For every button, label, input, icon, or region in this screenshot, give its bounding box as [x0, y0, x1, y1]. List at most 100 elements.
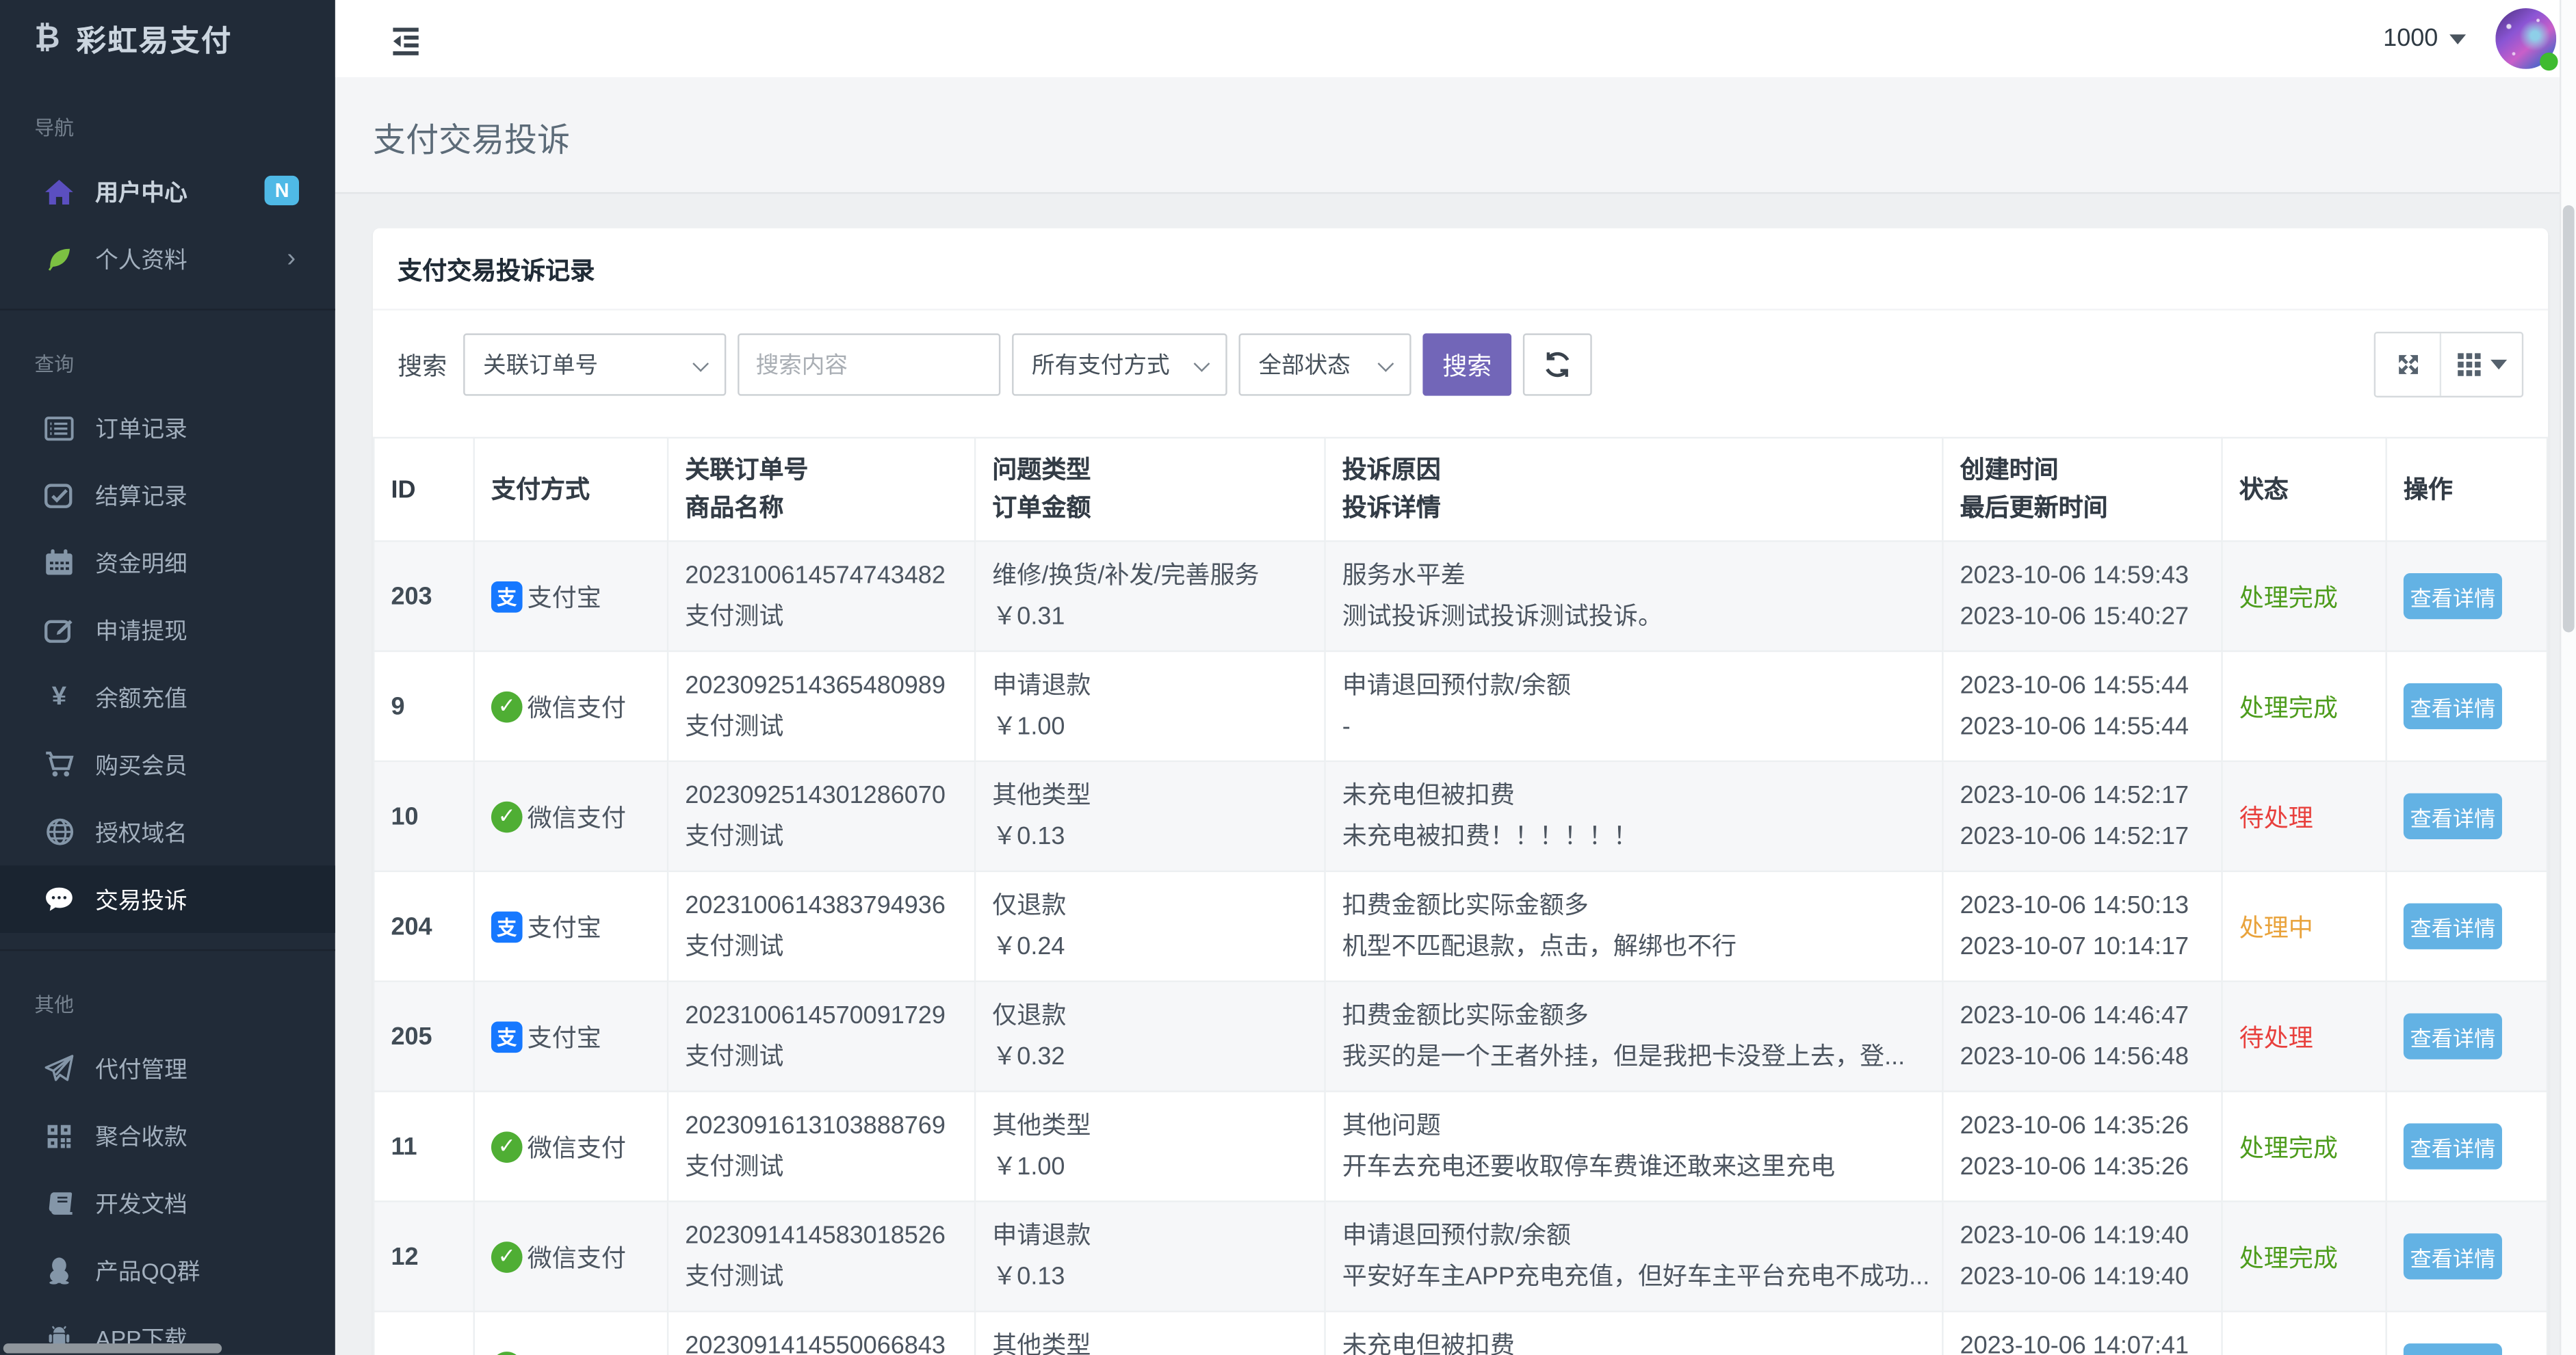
col-header-actions: 操作 — [2386, 438, 2547, 541]
cell-status: 待处理 — [2222, 982, 2386, 1092]
sidebar-item-label: 代付管理 — [95, 1052, 187, 1085]
cell-id: 205 — [374, 982, 473, 1092]
sidebar-item-fund-details[interactable]: 资金明细 — [0, 529, 335, 596]
brand-logo[interactable]: ₿ 彩虹易支付 — [0, 0, 335, 77]
sidebar-item-profile[interactable]: 个人资料 › — [0, 225, 335, 292]
vertical-scrollbar-thumb[interactable] — [2563, 205, 2575, 632]
cell-id: 9 — [374, 651, 473, 761]
cell-status: 处理中 — [2222, 871, 2386, 982]
payment-label: 微信支付 — [528, 1129, 626, 1163]
cell-time: 2023-10-06 14:50:132023-10-07 10:14:17 — [1942, 871, 2222, 982]
view-detail-button[interactable]: 查看详情 — [2404, 904, 2502, 949]
payment-label: 支付宝 — [528, 1019, 601, 1053]
status-badge: 处理完成 — [2239, 694, 2338, 722]
status-select[interactable]: 全部状态 — [1239, 333, 1411, 395]
view-detail-button[interactable]: 查看详情 — [2404, 573, 2502, 619]
cell-id: 10 — [374, 761, 473, 871]
view-detail-button[interactable]: 查看详情 — [2404, 1233, 2502, 1279]
cell-time: 2023-10-06 14:19:402023-10-06 14:19:40 — [1942, 1201, 2222, 1311]
topbar: 1000 — [335, 0, 2576, 77]
search-button[interactable]: 搜索 — [1422, 333, 1511, 395]
sidebar-item-payout-management[interactable]: 代付管理 — [0, 1035, 335, 1102]
payment-label: 支付宝 — [528, 909, 601, 943]
horizontal-scrollbar[interactable] — [3, 1343, 222, 1353]
sidebar-item-authorized-domains[interactable]: 授权域名 — [0, 798, 335, 865]
table-row: 9 微信支付 2023092514365480989支付测试 申请退款￥1.00… — [374, 651, 2547, 761]
sidebar-item-recharge[interactable]: ¥ 余额充值 — [0, 663, 335, 731]
edit-icon — [44, 615, 74, 644]
balance-dropdown[interactable]: 1000 — [2383, 25, 2466, 53]
status-badge: 处理完成 — [2239, 1244, 2338, 1272]
new-badge: N — [265, 176, 299, 205]
columns-button[interactable] — [2441, 333, 2522, 395]
cell-order: 2023092514301286070支付测试 — [668, 761, 975, 871]
refresh-button[interactable] — [1523, 333, 1592, 395]
view-detail-button[interactable]: 查看详情 — [2404, 793, 2502, 839]
payment-label: 微信支付 — [528, 799, 626, 833]
cell-paytype: 微信支付 — [474, 651, 668, 761]
cell-paytype: 微信支付 — [474, 1201, 668, 1311]
view-detail-button[interactable]: 查看详情 — [2404, 1014, 2502, 1060]
payment-icon — [491, 691, 523, 722]
sidebar-item-transaction-complaints[interactable]: 交易投诉 — [0, 865, 335, 932]
calendar-icon — [44, 548, 74, 577]
cell-issue: 其他类型￥1.00 — [975, 1092, 1325, 1202]
sidebar-item-settlement-records[interactable]: 结算记录 — [0, 462, 335, 529]
cell-actions: 查看详情 — [2386, 651, 2547, 761]
cell-order: 2023100614574743482支付测试 — [668, 541, 975, 651]
paytype-value: 所有支付方式 — [1032, 348, 1170, 381]
cell-order: 2023091414583018526支付测试 — [668, 1201, 975, 1311]
fullscreen-button[interactable] — [2376, 333, 2441, 395]
status-badge: 待处理 — [2239, 1024, 2313, 1052]
paytype-select[interactable]: 所有支付方式 — [1012, 333, 1227, 395]
sidebar-item-buy-membership[interactable]: 购买会员 — [0, 731, 335, 798]
payment-label: 支付宝 — [528, 579, 601, 613]
status-badge: 待处理 — [2239, 804, 2313, 832]
sidebar-item-label: 交易投诉 — [95, 883, 187, 916]
sidebar-collapse-icon[interactable] — [386, 19, 426, 59]
cell-issue: 仅退款￥0.32 — [975, 982, 1325, 1092]
payment-label: 微信支付 — [528, 1239, 626, 1274]
sidebar-item-user-center[interactable]: 用户中心 N — [0, 158, 335, 225]
cell-actions: 查看详情 — [2386, 761, 2547, 871]
leaf-icon — [44, 244, 74, 274]
sidebar-divider — [0, 949, 335, 951]
globe-icon — [44, 817, 74, 847]
cell-issue: 仅退款￥0.24 — [975, 871, 1325, 982]
chevron-down-icon — [692, 356, 709, 372]
sidebar-item-label: 用户中心 — [95, 175, 187, 208]
qq-icon — [44, 1256, 74, 1285]
chevron-right-icon: › — [287, 246, 296, 272]
view-detail-button[interactable]: 查看详情 — [2404, 1123, 2502, 1169]
search-input[interactable] — [738, 333, 1000, 395]
sidebar-item-dev-docs[interactable]: 开发文档 — [0, 1170, 335, 1237]
sidebar-divider — [0, 308, 335, 310]
cell-status: 待处理 — [2222, 761, 2386, 871]
bitcoin-logo-icon: ₿ — [34, 21, 62, 57]
cell-time: 2023-10-06 14:46:472023-10-06 14:56:48 — [1942, 982, 2222, 1092]
sidebar-item-order-records[interactable]: 订单记录 — [0, 394, 335, 461]
payment-label: 微信支付 — [528, 1350, 626, 1355]
balance-value: 1000 — [2383, 25, 2438, 53]
view-detail-button[interactable]: 查看详情 — [2404, 683, 2502, 729]
brand-name: 彩虹易支付 — [77, 17, 233, 60]
cell-status: 处理完成 — [2222, 541, 2386, 651]
sidebar-item-label: 资金明细 — [95, 546, 187, 579]
search-field-value: 关联订单号 — [483, 348, 598, 381]
sidebar-item-product-qq-group[interactable]: 产品QQ群 — [0, 1237, 335, 1304]
search-field-select[interactable]: 关联订单号 — [463, 333, 726, 395]
view-detail-button[interactable]: 查看详情 — [2404, 1343, 2502, 1355]
payment-icon — [491, 801, 523, 832]
sidebar-item-aggregate-collection[interactable]: 聚合收款 — [0, 1102, 335, 1169]
user-avatar[interactable] — [2495, 8, 2556, 69]
cell-paytype: 支付宝 — [474, 541, 668, 651]
complaints-panel: 支付交易投诉记录 搜索 关联订单号 所有支付方式 全部状态 搜索 — [373, 228, 2548, 1355]
vertical-scrollbar[interactable] — [2560, 0, 2576, 1355]
sidebar-item-withdraw[interactable]: 申请提现 — [0, 596, 335, 663]
status-badge: 处理完成 — [2239, 584, 2338, 612]
sidebar: ₿ 彩虹易支付 导航 用户中心 N 个人资料 › 查询 — [0, 0, 335, 1355]
sidebar-item-label: 授权域名 — [95, 815, 187, 848]
table-row: 204 支付宝 2023100614383794936支付测试 仅退款￥0.24… — [374, 871, 2547, 982]
page-title: 支付交易投诉 — [373, 114, 2576, 161]
table-row: 203 支付宝 2023100614574743482支付测试 维修/换货/补发… — [374, 541, 2547, 651]
